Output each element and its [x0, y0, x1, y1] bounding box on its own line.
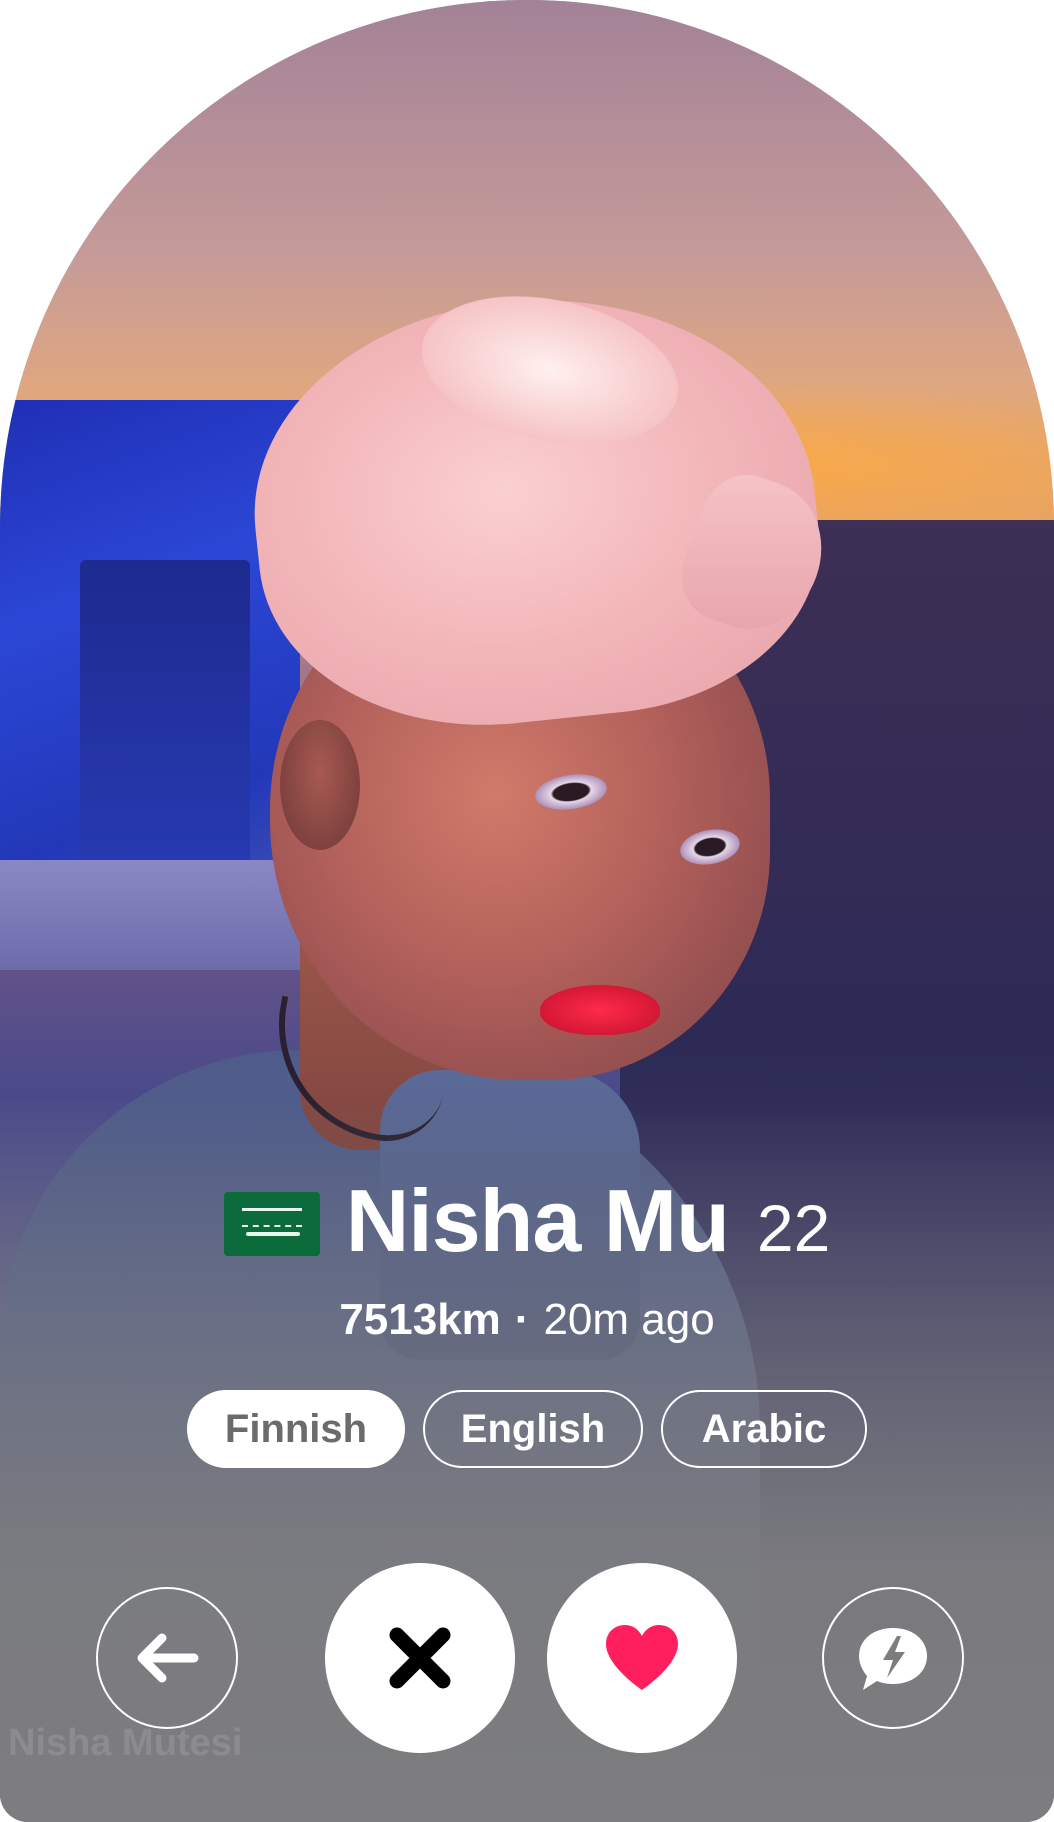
photo-person-lips: [540, 985, 660, 1035]
language-chips: Finnish English Arabic: [0, 1390, 1054, 1468]
photo-person-ear: [280, 720, 360, 850]
ghost-name-text: Nisha Mutesi: [8, 1722, 243, 1764]
profile-last-active: 20m ago: [543, 1295, 715, 1344]
profile-distance: 7513km: [339, 1295, 501, 1344]
profile-meta-row: 7513km · 20m ago: [0, 1295, 1054, 1345]
heart-icon: [606, 1625, 678, 1690]
meta-separator: ·: [514, 1295, 530, 1344]
language-chip-english[interactable]: English: [423, 1390, 643, 1468]
close-x-icon: [389, 1627, 451, 1689]
saudi-arabia-flag-icon: [223, 1192, 320, 1256]
boost-button[interactable]: [822, 1587, 964, 1729]
profile-card[interactable]: Nisha Mutesi Nisha Mu 22 7513km · 20m ag…: [0, 0, 1054, 1822]
photo-shelf-edge: [0, 860, 300, 970]
language-chip-finnish[interactable]: Finnish: [187, 1390, 405, 1468]
nope-button[interactable]: [325, 1563, 515, 1753]
language-chip-arabic[interactable]: Arabic: [661, 1390, 867, 1468]
profile-age: 22: [756, 1191, 831, 1265]
photo-shelf-inner: [80, 560, 250, 890]
lightning-chat-icon: [859, 1628, 927, 1690]
rewind-button[interactable]: [96, 1587, 238, 1729]
profile-name-row: Nisha Mu 22: [0, 1170, 1054, 1270]
arrow-left-icon: [137, 1633, 199, 1683]
profile-name: Nisha Mu: [345, 1171, 730, 1270]
like-button[interactable]: [547, 1563, 737, 1753]
